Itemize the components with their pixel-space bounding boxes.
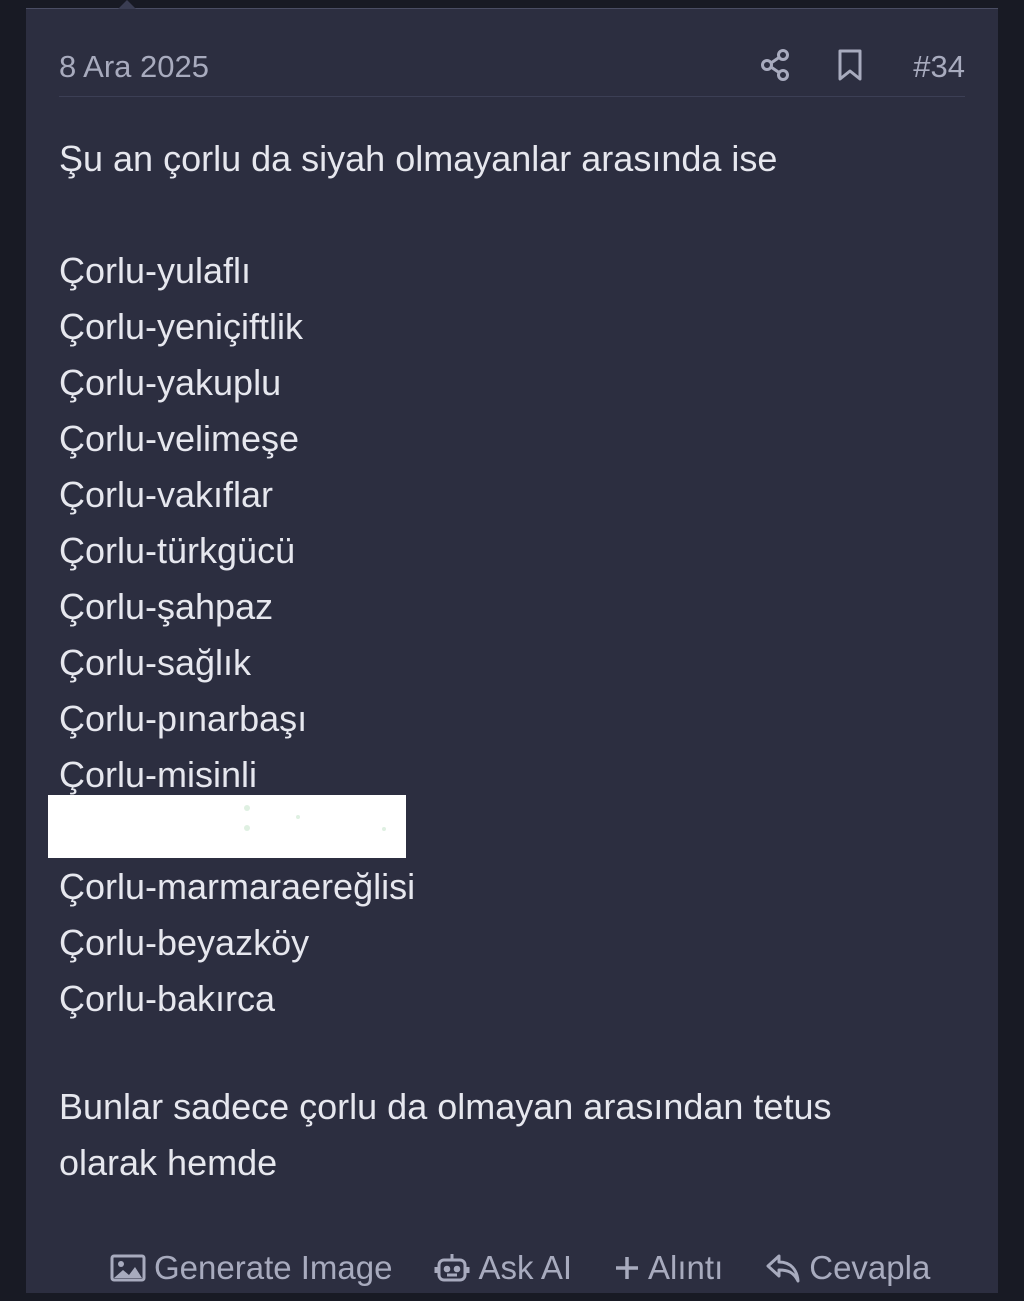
post-pointer — [118, 0, 136, 9]
list-item: Çorlu-marmaraereğlisi — [59, 866, 416, 907]
reply-icon — [765, 1252, 801, 1284]
list-item: Çorlu-yeniçiftlik — [59, 306, 304, 347]
list-item: Çorlu-yulaflı — [59, 250, 252, 291]
share-icon[interactable] — [757, 45, 793, 85]
post-number[interactable]: #34 — [913, 49, 965, 85]
reply-label: Cevapla — [809, 1249, 931, 1286]
post-intro: Şu an çorlu da siyah olmayanlar arasında… — [59, 138, 778, 179]
page: 8 Ara 2025 #34 Şu an çorlu da siyah olma… — [0, 0, 1024, 1301]
ask-ai-button[interactable]: Ask AI — [434, 1249, 572, 1287]
redaction-box — [48, 795, 406, 858]
image-icon — [110, 1253, 146, 1283]
list-item: Çorlu-velimeşe — [59, 418, 300, 459]
list-item: Çorlu-yakuplu — [59, 362, 282, 403]
list-item: Çorlu-türkgücü — [59, 530, 296, 571]
list-item: Çorlu-beyazköy — [59, 922, 310, 963]
post-meta: 8 Ara 2025 #34 — [59, 41, 965, 97]
location-list: Çorlu-yulaflı Çorlu-yeniçiftlik Çorlu-ya… — [59, 243, 965, 1027]
post-actions: Generate Image Ask AI Alıntı Cevapla — [110, 1242, 930, 1294]
bookmark-icon[interactable] — [832, 45, 868, 85]
closing-line: olarak hemde — [59, 1142, 278, 1183]
post-closing: Bunlar sadece çorlu da olmayan arasından… — [59, 1079, 939, 1191]
list-item: Çorlu-vakıflar — [59, 474, 274, 515]
list-item: Çorlu-bakırca — [59, 978, 276, 1019]
closing-line: Bunlar sadece çorlu da olmayan arasından… — [59, 1086, 832, 1127]
post-body: Şu an çorlu da siyah olmayanlar arasında… — [59, 131, 965, 1027]
generate-image-label: Generate Image — [154, 1249, 393, 1286]
robot-icon — [434, 1251, 470, 1285]
post-date[interactable]: 8 Ara 2025 — [59, 49, 209, 85]
list-item: Çorlu-şahpaz — [59, 586, 274, 627]
reply-button[interactable]: Cevapla — [765, 1249, 930, 1287]
generate-image-button[interactable]: Generate Image — [110, 1249, 392, 1287]
plus-icon — [614, 1255, 640, 1281]
quote-label: Alıntı — [648, 1249, 724, 1286]
list-item: Çorlu-pınarbaşı — [59, 698, 308, 739]
forum-post: 8 Ara 2025 #34 Şu an çorlu da siyah olma… — [26, 0, 998, 1294]
list-item: Çorlu-sağlık — [59, 642, 252, 683]
quote-button[interactable]: Alıntı — [614, 1249, 723, 1287]
ask-ai-label: Ask AI — [478, 1249, 573, 1286]
